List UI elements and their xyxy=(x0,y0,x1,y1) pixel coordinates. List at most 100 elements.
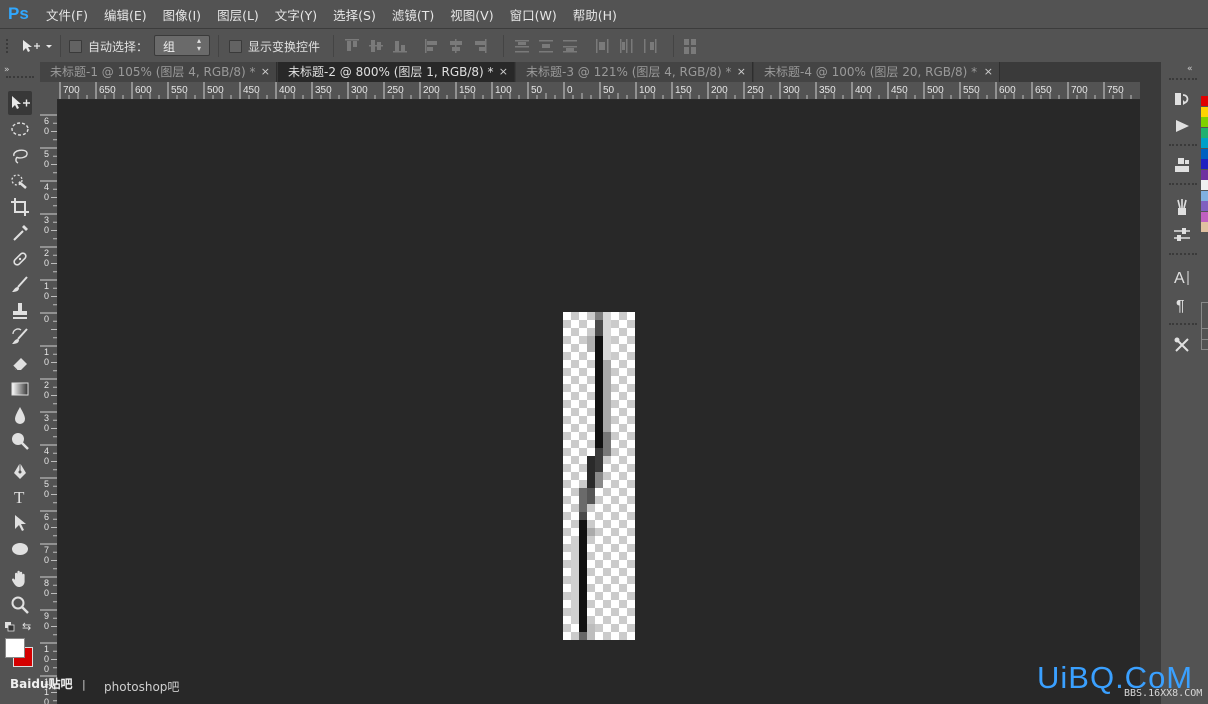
adjustments-panel-button[interactable] xyxy=(1171,224,1193,246)
toolbox: » T ⇆ xyxy=(0,62,41,704)
ruler-label: 100 xyxy=(639,85,656,96)
tab-doc-2[interactable]: 未标题-2 @ 800% (图层 1, RGB/8) * × xyxy=(278,62,515,82)
ruler-label: 0 xyxy=(44,423,49,433)
menu-window[interactable]: 窗口(W) xyxy=(510,5,557,24)
close-icon[interactable]: × xyxy=(499,62,508,82)
color-swatch[interactable] xyxy=(1201,190,1208,201)
menu-select[interactable]: 选择(S) xyxy=(333,5,376,24)
ruler-label: 8 xyxy=(44,578,49,588)
toolbox-grip[interactable] xyxy=(6,76,34,80)
ruler-label: 1 xyxy=(44,644,49,654)
panel-grip[interactable] xyxy=(1169,78,1197,82)
blur-tool[interactable] xyxy=(8,403,32,427)
brush-tool[interactable] xyxy=(8,273,32,297)
align-left-icon xyxy=(425,39,437,53)
menu-layer[interactable]: 图层(L) xyxy=(217,5,259,24)
tab-label: 未标题-1 @ 105% (图层 4, RGB/8) * xyxy=(50,65,256,79)
character-panel-button[interactable]: A xyxy=(1171,266,1193,288)
brush-panel-button[interactable] xyxy=(1171,196,1193,218)
vertical-ruler[interactable]: 6050403020100102030405060708090100110 xyxy=(40,99,58,704)
ruler-label: 0 xyxy=(44,390,49,400)
tab-doc-4[interactable]: 未标题-4 @ 100% (图层 20, RGB/8) * × xyxy=(754,62,1000,82)
type-tool[interactable]: T xyxy=(8,485,32,509)
pixel-stroke xyxy=(579,632,587,640)
close-icon[interactable]: × xyxy=(737,62,746,82)
ruler-label: 550 xyxy=(963,85,980,96)
menu-edit[interactable]: 编辑(E) xyxy=(104,5,147,24)
path-select-icon xyxy=(15,515,26,531)
lasso-tool[interactable] xyxy=(8,143,32,167)
color-swatch[interactable] xyxy=(1201,169,1208,180)
type-icon: T xyxy=(14,488,25,507)
document-canvas[interactable] xyxy=(563,312,635,640)
tool-preset-picker[interactable] xyxy=(20,37,56,55)
menu-help[interactable]: 帮助(H) xyxy=(573,5,617,24)
gradient-tool[interactable] xyxy=(8,377,32,401)
ruler-label: 0 xyxy=(44,588,49,598)
actions-panel-button[interactable] xyxy=(1171,115,1193,137)
ruler-label: 700 xyxy=(63,85,80,96)
color-swatch[interactable] xyxy=(1201,222,1208,232)
pixel-stroke xyxy=(603,432,611,456)
crop-tool[interactable] xyxy=(8,195,32,219)
color-swatch[interactable] xyxy=(1201,106,1208,117)
move-tool[interactable] xyxy=(8,91,32,115)
collapsed-panel-tab[interactable] xyxy=(1201,328,1208,350)
eyedropper-tool[interactable] xyxy=(8,221,32,245)
horizontal-ruler[interactable]: 700 650 600 550 500 450 400 350 300 250 200 150 100 5… xyxy=(58,82,1140,100)
collapse-panels-icon[interactable]: « xyxy=(1187,64,1193,74)
menu-image[interactable]: 图像(I) xyxy=(163,5,201,24)
marquee-tool[interactable] xyxy=(8,117,32,141)
color-swatch[interactable] xyxy=(1201,138,1208,148)
dodge-tool[interactable] xyxy=(8,429,32,453)
menu-filter[interactable]: 滤镜(T) xyxy=(392,5,434,24)
auto-align-icon[interactable] xyxy=(683,38,701,56)
show-transform-checkbox[interactable] xyxy=(229,40,242,53)
foreground-color-swatch[interactable] xyxy=(5,638,25,658)
swap-colors-icon[interactable]: ⇆ xyxy=(22,620,31,633)
color-swatch[interactable] xyxy=(1201,117,1208,127)
ruler-label: 1 xyxy=(44,347,49,357)
ruler-label: 6 xyxy=(44,512,49,522)
color-swatch[interactable] xyxy=(1201,211,1208,222)
healing-tool[interactable] xyxy=(8,247,32,271)
history-brush-tool[interactable] xyxy=(8,325,32,349)
default-colors-icon[interactable] xyxy=(5,621,15,632)
history-panel-button[interactable] xyxy=(1171,88,1193,110)
quick-select-tool[interactable] xyxy=(8,169,32,193)
tab-doc-1[interactable]: 未标题-1 @ 105% (图层 4, RGB/8) * × xyxy=(40,62,277,82)
tab-doc-3[interactable]: 未标题-3 @ 121% (图层 4, RGB/8) * × xyxy=(516,62,753,82)
path-select-tool[interactable] xyxy=(8,511,32,535)
color-swatch[interactable] xyxy=(1201,201,1208,211)
zoom-tool[interactable] xyxy=(8,593,32,617)
color-swatch[interactable] xyxy=(1201,96,1208,106)
color-swatch[interactable] xyxy=(1201,148,1208,159)
color-swatch[interactable] xyxy=(1201,180,1208,190)
menu-file[interactable]: 文件(F) xyxy=(46,5,88,24)
properties-panel-button[interactable] xyxy=(1171,154,1193,176)
close-icon[interactable]: × xyxy=(984,62,993,82)
paragraph-panel-button[interactable]: ¶ xyxy=(1171,294,1193,316)
auto-select-checkbox[interactable] xyxy=(69,40,82,53)
pixel-stroke xyxy=(587,528,595,536)
options-grip[interactable] xyxy=(6,39,10,53)
color-swatch[interactable] xyxy=(1201,159,1208,169)
menu-type[interactable]: 文字(Y) xyxy=(275,5,317,24)
auto-select-dropdown[interactable]: 组 ▴ ▾ xyxy=(154,35,210,56)
pen-icon xyxy=(14,463,26,479)
menu-view[interactable]: 视图(V) xyxy=(450,5,493,24)
eraser-tool[interactable] xyxy=(8,351,32,375)
tool-presets-panel-button[interactable] xyxy=(1171,334,1193,356)
stamp-tool[interactable] xyxy=(8,299,32,323)
hand-tool[interactable] xyxy=(8,567,32,591)
ellipse-tool[interactable] xyxy=(8,537,32,561)
ruler-label: 250 xyxy=(387,85,404,96)
canvas-scrollbar[interactable] xyxy=(1140,82,1160,704)
pixel-stroke xyxy=(587,624,595,640)
collapse-toolbox-icon[interactable]: » xyxy=(4,65,10,75)
close-icon[interactable]: × xyxy=(261,62,270,82)
pen-tool[interactable] xyxy=(8,459,32,483)
blur-icon xyxy=(15,407,25,424)
color-swatch[interactable] xyxy=(1201,127,1208,138)
ruler-origin[interactable] xyxy=(40,82,58,99)
